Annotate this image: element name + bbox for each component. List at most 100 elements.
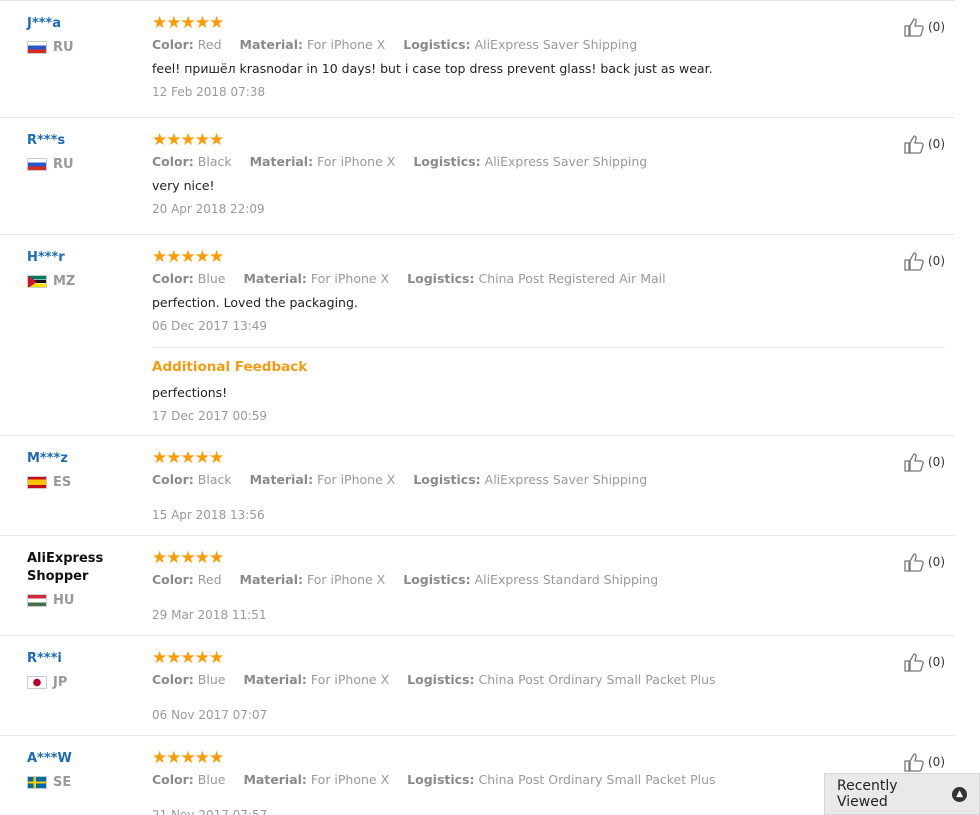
reviewer-country: SE: [27, 775, 142, 790]
logistics-label: Logistics:: [403, 37, 471, 52]
recently-viewed-label: Recently Viewed: [837, 778, 898, 810]
country-code: JP: [53, 675, 68, 690]
reviewer-name: AliExpress Shopper: [27, 551, 104, 584]
thumbs-up-icon: [904, 753, 924, 772]
color-label: Color:: [152, 271, 194, 286]
review-date: 06 Nov 2017 07:07: [152, 708, 268, 722]
helpful-button[interactable]: (0): [903, 250, 945, 272]
review-content: ★★★★★ Color: Red Material: For iPhone X …: [152, 1, 955, 101]
review-text: very nice!: [152, 178, 215, 193]
additional-feedback-date: 17 Dec 2017 00:59: [152, 409, 268, 423]
material-label: Material:: [243, 271, 307, 286]
country-code: MZ: [53, 274, 76, 289]
logistics-value: China Post Ordinary Small Packet Plus: [478, 672, 716, 687]
flag-icon: [27, 275, 47, 288]
review-date: 12 Feb 2018 07:38: [152, 85, 266, 99]
color-label: Color:: [152, 37, 194, 52]
thumbs-up-icon: [904, 252, 924, 271]
material-label: Material:: [249, 154, 314, 169]
star-rating: ★★★★★: [152, 448, 224, 468]
logistics-value: AliExpress Standard Shipping: [474, 572, 659, 587]
helpful-count: (0): [928, 20, 945, 34]
color-value: Blue: [197, 672, 226, 687]
reviewer-name[interactable]: M***z: [27, 450, 142, 468]
flag-icon: [27, 776, 47, 789]
helpful-button[interactable]: (0): [903, 451, 945, 473]
reviewer-country: RU: [27, 40, 142, 55]
flag-icon: [27, 476, 47, 489]
review-text: perfection. Loved the packaging.: [152, 295, 358, 310]
helpful-count: (0): [928, 655, 945, 669]
review-item: H***r MZ ★★★★★ Color: Blue Material: For…: [0, 235, 955, 436]
reviewer-country: RU: [27, 157, 142, 172]
material-value: For iPhone X: [307, 37, 386, 52]
material-value: For iPhone X: [307, 572, 386, 587]
material-label: Material:: [243, 672, 307, 687]
thumbs-up-icon: [904, 553, 924, 572]
reviewer-name[interactable]: R***i: [27, 650, 142, 668]
review-text: [152, 495, 915, 501]
color-label: Color:: [152, 154, 194, 169]
thumbs-up-icon: [904, 18, 924, 37]
reviewer-name[interactable]: J***a: [27, 15, 142, 33]
review-attributes: Color: Red Material: For iPhone X Logist…: [152, 571, 915, 589]
color-label: Color:: [152, 472, 194, 487]
helpful-button[interactable]: (0): [903, 16, 945, 38]
review-content: ★★★★★ Color: Red Material: For iPhone X …: [152, 536, 955, 624]
reviewer-name[interactable]: A***W: [27, 750, 142, 768]
helpful-count: (0): [928, 254, 945, 268]
country-code: HU: [53, 593, 75, 608]
logistics-label: Logistics:: [403, 572, 471, 587]
reviewer-info: AliExpress Shopper HU: [27, 550, 142, 608]
review-item: M***z ES ★★★★★ Color: Black Material: Fo…: [0, 436, 955, 536]
material-value: For iPhone X: [317, 154, 396, 169]
logistics-value: AliExpress Saver Shipping: [484, 154, 648, 169]
helpful-button[interactable]: (0): [903, 133, 945, 155]
logistics-value: China Post Ordinary Small Packet Plus: [478, 772, 716, 787]
reviewer-name[interactable]: H***r: [27, 249, 142, 267]
country-code: SE: [53, 775, 72, 790]
star-rating: ★★★★★: [152, 548, 224, 568]
color-value: Black: [197, 472, 232, 487]
review-text: feel! пришёл krasnodar in 10 days! but i…: [152, 61, 713, 76]
review-date: 20 Apr 2018 22:09: [152, 202, 265, 216]
recently-viewed-button[interactable]: Recently Viewed ▲: [824, 773, 980, 815]
helpful-count: (0): [928, 137, 945, 151]
reviewer-country: ES: [27, 475, 142, 490]
review-content: ★★★★★ Color: Black Material: For iPhone …: [152, 118, 955, 218]
helpful-button[interactable]: (0): [903, 551, 945, 573]
helpful-button[interactable]: (0): [903, 751, 945, 773]
review-attributes: Color: Black Material: For iPhone X Logi…: [152, 153, 915, 171]
additional-feedback-title: Additional Feedback: [152, 359, 308, 375]
reviewer-info: H***r MZ: [27, 249, 142, 289]
flag-icon: [27, 158, 47, 171]
review-attributes: Color: Black Material: For iPhone X Logi…: [152, 471, 915, 489]
review-text: [152, 695, 915, 701]
reviewer-info: J***a RU: [27, 15, 142, 55]
thumbs-up-icon: [904, 135, 924, 154]
reviewer-name[interactable]: R***s: [27, 132, 142, 150]
thumbs-up-icon: [904, 453, 924, 472]
reviewer-country: MZ: [27, 274, 142, 289]
logistics-label: Logistics:: [407, 772, 475, 787]
color-value: Red: [197, 572, 222, 587]
chevron-up-icon: ▲: [952, 786, 967, 802]
review-item: AliExpress Shopper HU ★★★★★ Color: Red M…: [0, 536, 955, 636]
flag-icon: [27, 594, 47, 607]
review-content: ★★★★★ Color: Black Material: For iPhone …: [152, 436, 955, 524]
review-date: 29 Mar 2018 11:51: [152, 608, 267, 622]
review-attributes: Color: Blue Material: For iPhone X Logis…: [152, 270, 915, 288]
review-content: ★★★★★ Color: Blue Material: For iPhone X…: [152, 636, 955, 724]
logistics-label: Logistics:: [413, 154, 481, 169]
material-label: Material:: [239, 572, 304, 587]
reviewer-country: JP: [27, 675, 142, 690]
logistics-label: Logistics:: [413, 472, 481, 487]
flag-icon: [27, 676, 47, 689]
reviewer-info: R***i JP: [27, 650, 142, 690]
review-item: A***W SE ★★★★★ Color: Blue Material: For…: [0, 736, 955, 815]
logistics-label: Logistics:: [407, 271, 475, 286]
helpful-button[interactable]: (0): [903, 651, 945, 673]
flag-icon: [27, 41, 47, 54]
material-label: Material:: [249, 472, 314, 487]
material-value: For iPhone X: [310, 772, 390, 787]
